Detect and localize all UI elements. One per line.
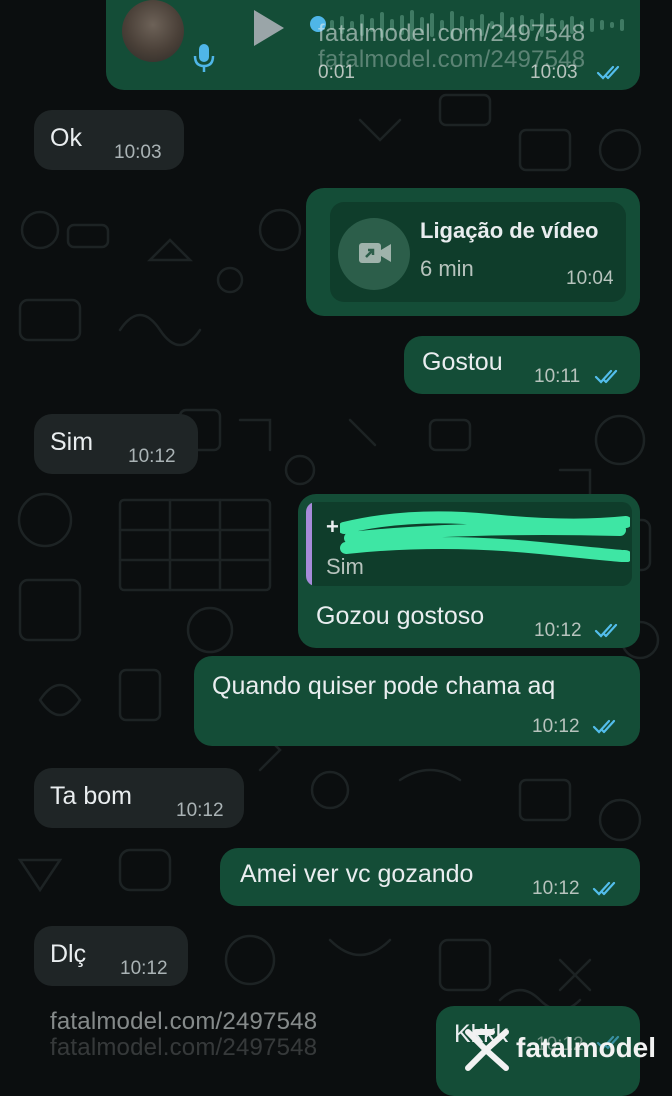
message-text: Gostou xyxy=(422,348,503,376)
outgoing-message[interactable]: Gostou 10:11 xyxy=(404,336,640,394)
double-check-icon xyxy=(594,622,626,640)
call-title: Ligação de vídeo xyxy=(420,218,599,243)
message-time: 10:12 xyxy=(532,716,580,737)
incoming-message[interactable]: Ok 10:03 xyxy=(34,110,184,170)
watermark-url: fatalmodel.com/2497548 xyxy=(50,1008,318,1035)
message-time: 10:12 xyxy=(532,878,580,899)
double-check-icon xyxy=(592,718,624,736)
watermark-url-shadow: fatalmodel.com/2497548 xyxy=(50,1034,318,1061)
outgoing-message[interactable]: Amei ver vc gozando 10:12 xyxy=(220,848,640,906)
watermark-url: fatalmodel.com/2497548 xyxy=(318,20,586,47)
incoming-message[interactable]: Ta bom 10:12 xyxy=(34,768,244,828)
message-text: Ta bom xyxy=(50,782,132,810)
message-time: 10:11 xyxy=(534,366,581,387)
call-message-bubble[interactable]: Ligação de vídeo 6 min 10:04 xyxy=(306,188,640,316)
message-time: 10:12 xyxy=(120,958,168,979)
waveform-bar xyxy=(620,19,624,31)
waveform-bar xyxy=(600,20,604,30)
video-call-icon-circle xyxy=(338,218,410,290)
message-text: Ok xyxy=(50,124,82,152)
waveform-bar xyxy=(590,18,594,32)
message-time: 10:04 xyxy=(566,268,614,289)
message-text: Sim xyxy=(50,428,94,456)
message-time: 10:12 xyxy=(128,446,176,467)
double-check-icon xyxy=(594,368,626,386)
message-time: 10:12 xyxy=(176,800,224,821)
double-check-icon xyxy=(592,880,624,898)
play-icon[interactable] xyxy=(250,8,286,53)
quoted-sender-prefix: + xyxy=(326,514,339,539)
message-text: Amei ver vc gozando xyxy=(240,860,474,888)
message-time: 10:12 xyxy=(534,620,582,641)
microphone-icon xyxy=(192,42,216,79)
fatalmodel-logo-icon xyxy=(462,1026,512,1077)
quoted-message[interactable]: + Sim xyxy=(306,502,632,586)
incoming-message[interactable]: Dlç 10:12 xyxy=(34,926,188,986)
outgoing-message[interactable]: Quando quiser pode chama aq 10:12 xyxy=(194,656,640,746)
message-time: 10:03 xyxy=(114,142,162,163)
message-text: Quando quiser pode chama aq xyxy=(212,672,556,700)
redaction-scribble xyxy=(340,511,630,562)
avatar xyxy=(122,0,184,62)
call-card[interactable]: Ligação de vídeo 6 min 10:04 xyxy=(330,202,626,302)
watermark-url-shadow: fatalmodel.com/2497548 xyxy=(318,46,586,73)
quote-bar xyxy=(306,502,312,586)
message-text: Gozou gostoso xyxy=(316,602,485,630)
quoted-text: Sim xyxy=(326,554,364,579)
message-text: Dlç xyxy=(50,940,87,968)
incoming-message[interactable]: Sim 10:12 xyxy=(34,414,198,474)
video-call-icon xyxy=(358,240,392,271)
reply-message-bubble[interactable]: + Sim Gozou gostoso 10:12 xyxy=(298,494,640,648)
watermark-brand: fatalmodel xyxy=(516,1032,657,1063)
double-check-icon xyxy=(596,64,628,82)
call-duration: 6 min xyxy=(420,256,474,281)
waveform-bar xyxy=(610,22,614,28)
